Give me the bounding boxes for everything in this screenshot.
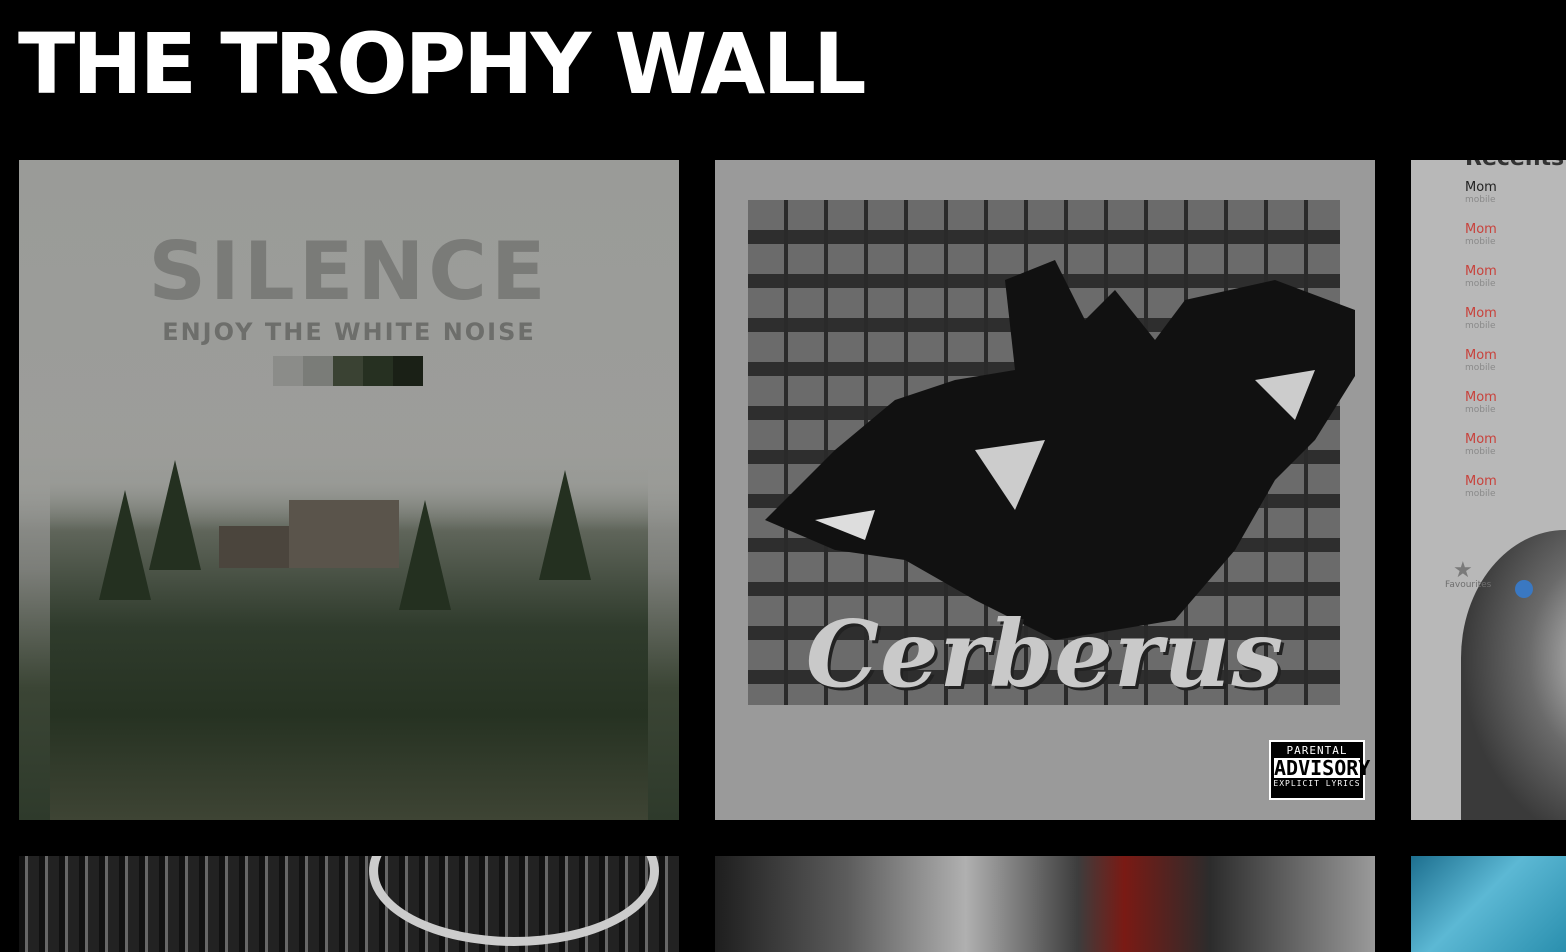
parental-advisory-badge: PARENTAL ADVISORY EXPLICIT LYRICS	[1269, 740, 1371, 800]
album-subtitle: ENJOY THE WHITE NOISE	[162, 318, 536, 346]
advisory-line: EXPLICIT LYRICS	[1273, 779, 1361, 788]
swatch	[333, 356, 363, 386]
contact-sub: mobile	[1465, 363, 1496, 373]
contact-name: Mom	[1465, 222, 1497, 237]
circle-logo	[369, 856, 659, 946]
page-title: THE TROPHY WALL	[18, 15, 866, 113]
contact-name: Mom	[1465, 474, 1497, 489]
cabin-shape	[219, 526, 289, 568]
album-cover-row2-1[interactable]	[19, 856, 679, 952]
list-item: Mom mobile	[1465, 306, 1497, 348]
list-item: Mom mobile	[1465, 390, 1497, 432]
contact-name: Mom	[1465, 306, 1497, 321]
album-cover-recents[interactable]: Recents Mom mobile Mom mobile Mom mobile…	[1411, 160, 1566, 820]
contact-name: Mom	[1465, 390, 1497, 405]
advisory-line: PARENTAL	[1286, 744, 1348, 757]
contact-name: Mom	[1465, 180, 1497, 195]
album-title: SILENCE	[148, 225, 550, 318]
contact-sub: mobile	[1465, 447, 1496, 457]
swatch	[303, 356, 333, 386]
contact-sub: mobile	[1465, 321, 1496, 331]
color-swatches	[273, 356, 423, 386]
contact-sub: mobile	[1465, 237, 1496, 247]
hooded-figure	[1461, 530, 1566, 820]
tree-shape	[149, 460, 201, 570]
album-title: Cerberus	[805, 600, 1285, 708]
album-cover-silence[interactable]: SILENCE ENJOY THE WHITE NOISE	[19, 160, 679, 820]
house-shape	[289, 500, 399, 568]
contact-name: Mom	[1465, 432, 1497, 447]
swatch	[393, 356, 423, 386]
list-item: Mom mobile	[1465, 222, 1497, 264]
recents-list: Mom mobile Mom mobile Mom mobile Mom mob…	[1465, 180, 1497, 516]
recents-heading: Recents	[1465, 160, 1564, 171]
list-item: Mom mobile	[1465, 474, 1497, 516]
list-item: Mom mobile	[1465, 264, 1497, 306]
favourites-label: Favourites	[1445, 580, 1492, 590]
swatch	[363, 356, 393, 386]
list-item: Mom mobile	[1465, 180, 1497, 222]
album-cover-row2-2[interactable]	[715, 856, 1375, 952]
contact-sub: mobile	[1465, 279, 1496, 289]
list-item: Mom mobile	[1465, 348, 1497, 390]
clock-icon	[1515, 580, 1533, 598]
swatch	[273, 356, 303, 386]
tree-shape	[399, 500, 451, 610]
tree-shape	[99, 490, 151, 600]
advisory-line: ADVISORY	[1274, 756, 1371, 780]
contact-name: Mom	[1465, 264, 1497, 279]
contact-sub: mobile	[1465, 195, 1496, 205]
tree-shape	[539, 470, 591, 580]
contact-sub: mobile	[1465, 405, 1496, 415]
contact-sub: mobile	[1465, 489, 1496, 499]
contact-name: Mom	[1465, 348, 1497, 363]
album-cover-cerberus[interactable]: Cerberus PARENTAL ADVISORY EXPLICIT LYRI…	[715, 160, 1375, 820]
album-cover-row2-3[interactable]	[1411, 856, 1566, 952]
list-item: Mom mobile	[1465, 432, 1497, 474]
